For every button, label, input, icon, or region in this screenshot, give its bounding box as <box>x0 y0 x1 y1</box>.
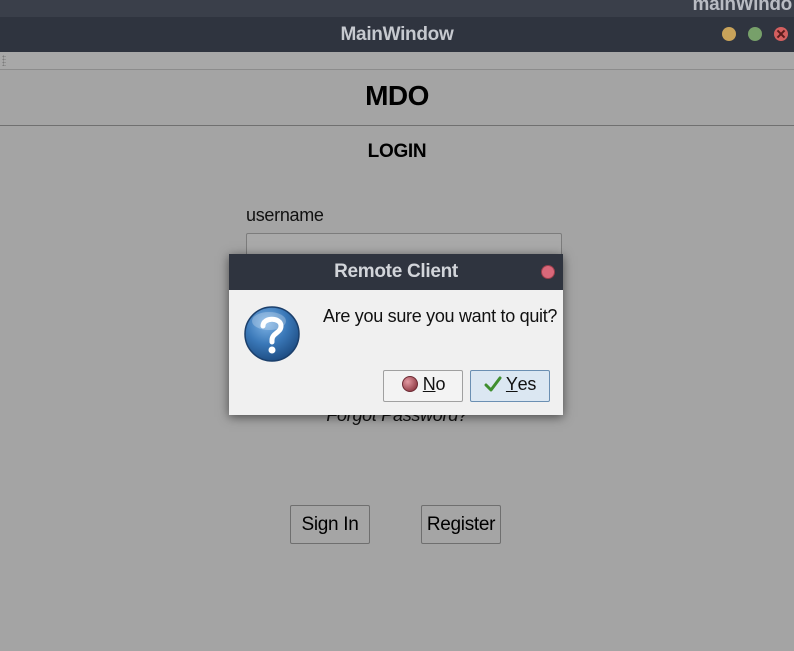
screen: mainWindo MainWindow MDO LOGIN username … <box>0 0 794 651</box>
no-button[interactable]: No <box>383 370 463 402</box>
window-title: MainWindow <box>340 24 454 45</box>
sign-in-button[interactable]: Sign In <box>290 505 370 544</box>
no-button-mnemonic: N <box>422 373 436 394</box>
header-divider <box>0 125 794 126</box>
background-window-titlebar: mainWindo <box>0 0 794 17</box>
maximize-icon[interactable] <box>748 27 762 41</box>
username-label: username <box>246 205 324 225</box>
quit-confirm-dialog: Remote Client Are you sure you want to q… <box>229 254 563 415</box>
close-icon[interactable] <box>774 27 788 41</box>
dialog-close-icon[interactable] <box>541 265 555 279</box>
yes-button-mnemonic: Y <box>505 373 518 394</box>
register-button[interactable]: Register <box>421 505 501 544</box>
no-button-label: o <box>435 373 446 394</box>
dialog-titlebar[interactable]: Remote Client <box>229 254 563 290</box>
yes-button[interactable]: Yes <box>470 370 550 402</box>
toolbar <box>0 52 794 70</box>
toolbar-grip-icon[interactable] <box>2 55 6 66</box>
app-title: MDO <box>365 80 429 111</box>
cancel-icon <box>401 376 418 393</box>
section-title: LOGIN <box>367 141 427 162</box>
minimize-icon[interactable] <box>722 27 736 41</box>
background-window-title: mainWindo <box>692 0 792 15</box>
dialog-title: Remote Client <box>334 261 458 282</box>
dialog-message: Are you sure you want to quit? <box>323 306 558 326</box>
window-titlebar[interactable]: MainWindow <box>0 17 794 52</box>
yes-button-label: es <box>517 373 537 394</box>
question-icon <box>244 306 300 362</box>
checkmark-icon <box>484 376 502 392</box>
